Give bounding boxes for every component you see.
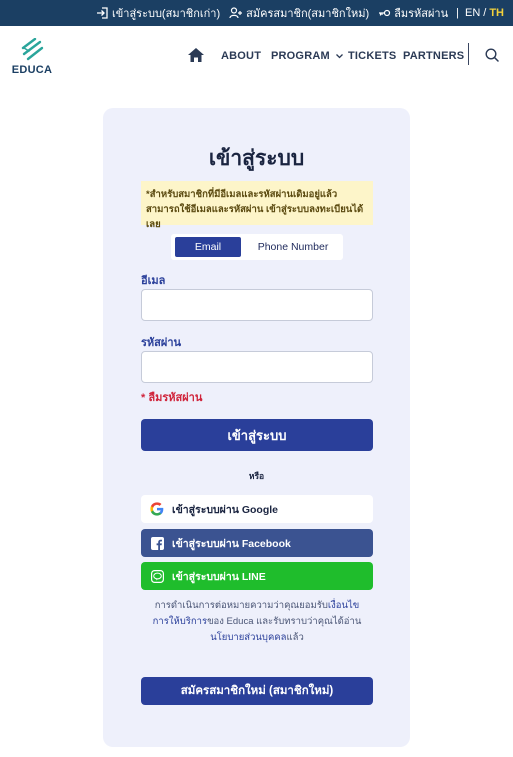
nav-divider <box>468 43 469 65</box>
member-notice: *สำหรับสมาชิกที่มีอีเมลและรหัสผ่านเดิมอย… <box>141 181 373 230</box>
login-card: เข้าสู่ระบบ *สำหรับสมาชิกที่มีอีเมลและรห… <box>103 108 410 747</box>
nav-tickets[interactable]: TICKETS <box>348 50 396 62</box>
facebook-login-button[interactable]: เข้าสู่ระบบผ่าน Facebook <box>141 529 373 557</box>
login-button[interactable]: เข้าสู่ระบบ <box>141 419 373 451</box>
nav-program[interactable]: PROGRAM <box>271 50 344 62</box>
register-button[interactable]: สมัครสมาชิกใหม่ (สมาชิกใหม่) <box>141 677 373 705</box>
chevron-down-icon <box>336 53 344 59</box>
login-icon <box>96 7 108 19</box>
tab-phone-number[interactable]: Phone Number <box>247 237 339 257</box>
language-slash: / <box>483 7 487 19</box>
main-header: EDUCA ABOUT PROGRAM TICKETS PARTNERS <box>0 26 513 90</box>
nav-partners[interactable]: PARTNERS <box>403 50 464 62</box>
line-login-label: เข้าสู่ระบบผ่าน LINE <box>172 570 266 583</box>
google-icon <box>150 502 164 516</box>
line-icon <box>150 569 164 583</box>
forgot-password-link[interactable]: * ลืมรหัสผ่าน <box>141 388 202 406</box>
login-method-tabs: Email Phone Number <box>171 234 343 260</box>
topbar-register-label: สมัครสมาชิก(สมาชิกใหม่) <box>246 8 370 20</box>
add-user-icon <box>229 7 243 19</box>
google-login-button[interactable]: เข้าสู่ระบบผ่าน Google <box>141 495 373 523</box>
topbar-login-link[interactable]: เข้าสู่ระบบ(สมาชิกเก่า) <box>96 4 220 22</box>
language-en[interactable]: EN <box>465 7 480 19</box>
nav-program-label: PROGRAM <box>271 50 330 62</box>
home-icon[interactable] <box>188 48 204 62</box>
terms-text: การดำเนินการต่อหมายความว่าคุณยอมรับเงื่อ… <box>147 598 367 646</box>
educa-logo[interactable]: EDUCA <box>11 37 53 78</box>
line-login-button[interactable]: เข้าสู่ระบบผ่าน LINE <box>141 562 373 590</box>
topbar-separator: | <box>456 7 459 19</box>
educa-logo-mark <box>21 37 44 61</box>
email-field[interactable] <box>141 289 373 321</box>
facebook-icon <box>150 536 164 550</box>
facebook-login-label: เข้าสู่ระบบผ่าน Facebook <box>172 537 291 550</box>
logo-text: EDUCA <box>11 64 53 76</box>
language-th[interactable]: TH <box>489 7 504 19</box>
terms-part-2: ของ Educa และรับทราบว่าคุณได้อ่าน <box>207 616 362 627</box>
top-bar: เข้าสู่ระบบ(สมาชิกเก่า) สมัครสมาชิก(สมาช… <box>0 0 513 26</box>
email-label: อีเมล <box>141 275 166 287</box>
terms-part-3: แล้ว <box>286 632 304 643</box>
topbar-login-label: เข้าสู่ระบบ(สมาชิกเก่า) <box>111 8 221 20</box>
topbar-forgot-label: ลืมรหัสผ่าน <box>394 8 449 20</box>
google-login-label: เข้าสู่ระบบผ่าน Google <box>172 503 278 516</box>
password-label: รหัสผ่าน <box>141 337 182 349</box>
search-icon[interactable] <box>485 48 499 62</box>
nav-about[interactable]: ABOUT <box>221 50 261 62</box>
password-field[interactable] <box>141 351 373 383</box>
or-divider: หรือ <box>248 471 265 481</box>
terms-part-1: การดำเนินการต่อหมายความว่าคุณยอมรับ <box>154 600 328 611</box>
key-icon <box>379 9 391 17</box>
topbar-register-link[interactable]: สมัครสมาชิก(สมาชิกใหม่) <box>229 4 369 22</box>
tab-email[interactable]: Email <box>175 237 241 257</box>
page-title: เข้าสู่ระบบ <box>208 147 305 170</box>
topbar-forgot-link[interactable]: ลืมรหัสผ่าน <box>378 4 448 22</box>
privacy-policy-link[interactable]: นโยบายส่วนบุคคล <box>210 632 286 643</box>
